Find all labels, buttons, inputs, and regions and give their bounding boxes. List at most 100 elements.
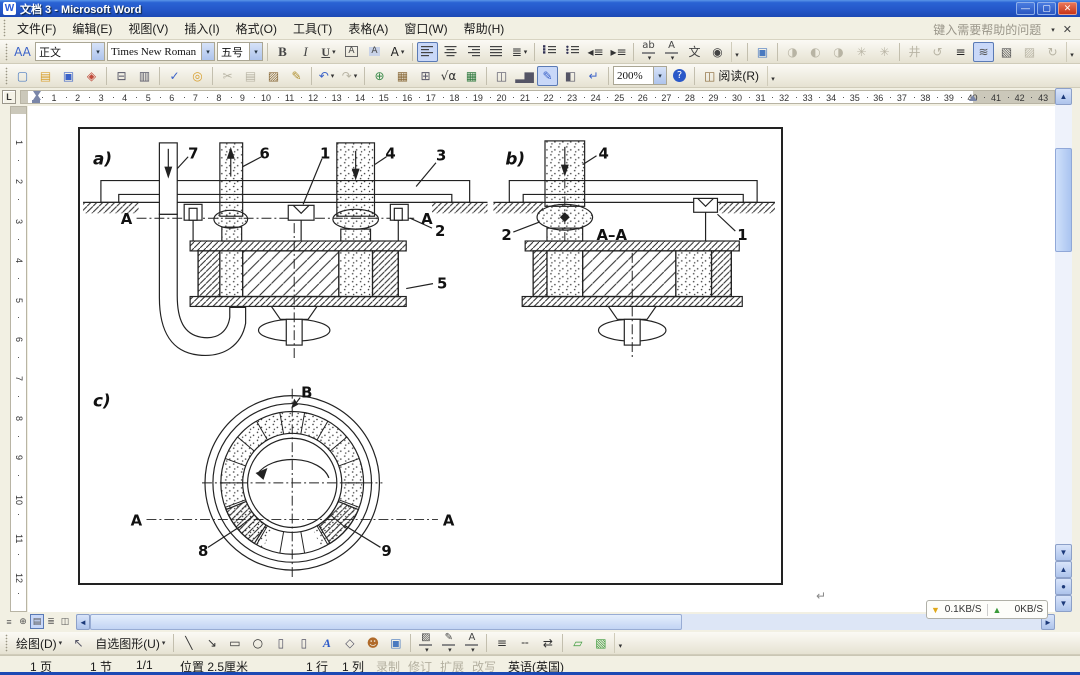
menu-3[interactable]: 插入(I)	[176, 19, 227, 39]
numbering-button[interactable]	[539, 42, 560, 62]
normal-view-button[interactable]: ≡	[2, 614, 16, 629]
format-painter-button[interactable]: ✎	[286, 66, 307, 86]
distributed-button[interactable]	[486, 42, 507, 62]
toolbar-grip[interactable]	[5, 634, 8, 652]
chevron-down-icon[interactable]: ▾	[653, 67, 666, 84]
arrow-tool-button[interactable]: ↘	[201, 633, 222, 653]
permission-button[interactable]: ◈	[81, 66, 102, 86]
highlight-button[interactable]: ab▾	[638, 42, 659, 62]
line-style-button[interactable]: ≡	[491, 633, 512, 653]
chevron-down-icon[interactable]: ▾	[524, 48, 528, 56]
select-browse-object-button[interactable]: ●	[1055, 578, 1072, 595]
chevron-down-icon[interactable]: ▾	[1051, 26, 1055, 34]
network-speed-overlay[interactable]: ▼ 0.1KB/S ▲ 0KB/S	[926, 600, 1048, 619]
styles-and-formatting-button[interactable]: AA	[12, 42, 33, 62]
character-scale-button[interactable]: A▾	[387, 42, 408, 62]
next-page-button[interactable]: ▼	[1055, 595, 1072, 612]
dash-style-button[interactable]: ╌	[514, 633, 535, 653]
insert-excel-worksheet-button[interactable]: ▦	[461, 66, 482, 86]
character-border-button[interactable]: A	[341, 42, 362, 62]
columns-button[interactable]: ◫	[491, 66, 512, 86]
chevron-down-icon[interactable]: ▾	[425, 646, 429, 654]
insert-diagram-button[interactable]: ◇	[339, 633, 360, 653]
bullets-button[interactable]	[562, 42, 583, 62]
align-left-button[interactable]	[417, 42, 438, 62]
horizontal-ruler[interactable]: 1234567891011121314151617181920212223242…	[20, 90, 1055, 104]
restore-button[interactable]: ▢	[1037, 2, 1056, 15]
enclosed-characters-button[interactable]: ◉	[707, 42, 728, 62]
insert-formula-button[interactable]: √α	[438, 66, 459, 86]
rectangle-tool-button[interactable]: ▭	[224, 633, 245, 653]
line-tool-button[interactable]: ╲	[178, 633, 199, 653]
toolbar-grip[interactable]	[5, 43, 8, 61]
vertical-text-box-button[interactable]: ▯	[293, 633, 314, 653]
document-page[interactable]: a) 7 6 1 4 3 A A 2 5	[28, 106, 1055, 612]
size-combo[interactable]: 五号▾	[217, 42, 263, 61]
chevron-down-icon[interactable]: ▾	[201, 43, 214, 60]
print-layout-view-button[interactable]: ▤	[30, 614, 44, 629]
text-box-button[interactable]: ▯	[270, 633, 291, 653]
menu-8[interactable]: 帮助(H)	[456, 19, 513, 39]
character-shading-button[interactable]: A	[364, 42, 385, 62]
horizontal-scroll-thumb[interactable]	[90, 614, 682, 630]
tab-alignment-selector[interactable]: L	[2, 90, 16, 104]
right-indent-marker[interactable]	[969, 95, 977, 101]
paste-button[interactable]: ▨	[263, 66, 284, 86]
menu-4[interactable]: 格式(O)	[228, 19, 285, 39]
insert-table-button[interactable]: ⊞	[415, 66, 436, 86]
left-indent-marker[interactable]	[32, 100, 40, 103]
web-layout-view-button[interactable]: ⊕	[16, 614, 30, 629]
chevron-down-icon[interactable]: ▾	[648, 54, 652, 62]
menu-1[interactable]: 编辑(E)	[64, 19, 120, 39]
phonetic-guide-button[interactable]: 文	[684, 42, 705, 62]
align-right-button[interactable]	[463, 42, 484, 62]
font-combo[interactable]: Times New Roman▾	[107, 42, 215, 61]
show-hide-marks-button[interactable]: ↵	[583, 66, 604, 86]
insert-wordart-button[interactable]: A	[316, 633, 337, 653]
chevron-down-icon[interactable]: ▾	[249, 43, 262, 60]
shadow-style-button[interactable]: ▱	[567, 633, 588, 653]
scroll-down-button[interactable]: ▼	[1055, 544, 1072, 561]
chevron-down-icon[interactable]: ▾	[332, 48, 336, 56]
read-mode-button[interactable]: ◫阅读(R)	[699, 66, 764, 86]
minimize-button[interactable]: —	[1016, 2, 1035, 15]
text-wrapping-button[interactable]: ≋	[973, 42, 994, 62]
chevron-down-icon[interactable]: ▾	[331, 72, 335, 80]
chevron-down-icon[interactable]: ▾	[471, 646, 475, 654]
new-document-button[interactable]: ▢	[12, 66, 33, 86]
increase-indent-button[interactable]: ▸≡	[608, 42, 629, 62]
research-button[interactable]: ◎	[187, 66, 208, 86]
3d-style-button[interactable]: ▧	[590, 633, 611, 653]
menubar-grip[interactable]	[3, 19, 6, 37]
insert-picture-button[interactable]: ▣	[752, 42, 773, 62]
title-bar[interactable]: W 文档 3 - Microsoft Word — ▢ ✕	[0, 0, 1080, 17]
oval-tool-button[interactable]: ○	[247, 633, 268, 653]
drawing-toolbar-toggle[interactable]: ✎	[537, 66, 558, 86]
help-question-box[interactable]: 键入需要帮助的问题	[933, 21, 1041, 38]
spelling-grammar-button[interactable]: ✓	[164, 66, 185, 86]
toolbar-options-button[interactable]: ▾	[731, 42, 742, 62]
insert-chart-button[interactable]: ▂▆	[514, 66, 535, 86]
save-button[interactable]: ▣	[58, 66, 79, 86]
vertical-scroll-thumb[interactable]	[1055, 148, 1072, 252]
toolbar-options-button[interactable]: ▾	[767, 66, 778, 86]
help-button[interactable]: ?	[669, 66, 690, 86]
insert-picture-from-file-button[interactable]: ▣	[385, 633, 406, 653]
tables-and-borders-button[interactable]: ▦	[392, 66, 413, 86]
scroll-left-button[interactable]: ◄	[76, 614, 90, 630]
toolbar-options-button[interactable]: ▾	[1066, 42, 1077, 62]
italic-button[interactable]: I	[295, 42, 316, 62]
print-preview-button[interactable]: ▥	[134, 66, 155, 86]
vertical-scrollbar[interactable]: ▲ ▼ ▲ ● ▼	[1055, 88, 1072, 612]
print-button[interactable]: ⊟	[111, 66, 132, 86]
center-button[interactable]	[440, 42, 461, 62]
menu-0[interactable]: 文件(F)	[9, 19, 64, 39]
menu-2[interactable]: 视图(V)	[120, 19, 176, 39]
chevron-down-icon[interactable]: ▾	[401, 48, 405, 56]
toolbar-grip[interactable]	[5, 67, 8, 85]
horizontal-scrollbar[interactable]: ◄ ►	[76, 614, 1055, 630]
open-button[interactable]: ▤	[35, 66, 56, 86]
draw-menu-button[interactable]: 绘图(D)▾	[11, 633, 67, 653]
insert-hyperlink-button[interactable]: ⊕	[369, 66, 390, 86]
font-color-button-drawing[interactable]: A▾	[461, 633, 482, 653]
